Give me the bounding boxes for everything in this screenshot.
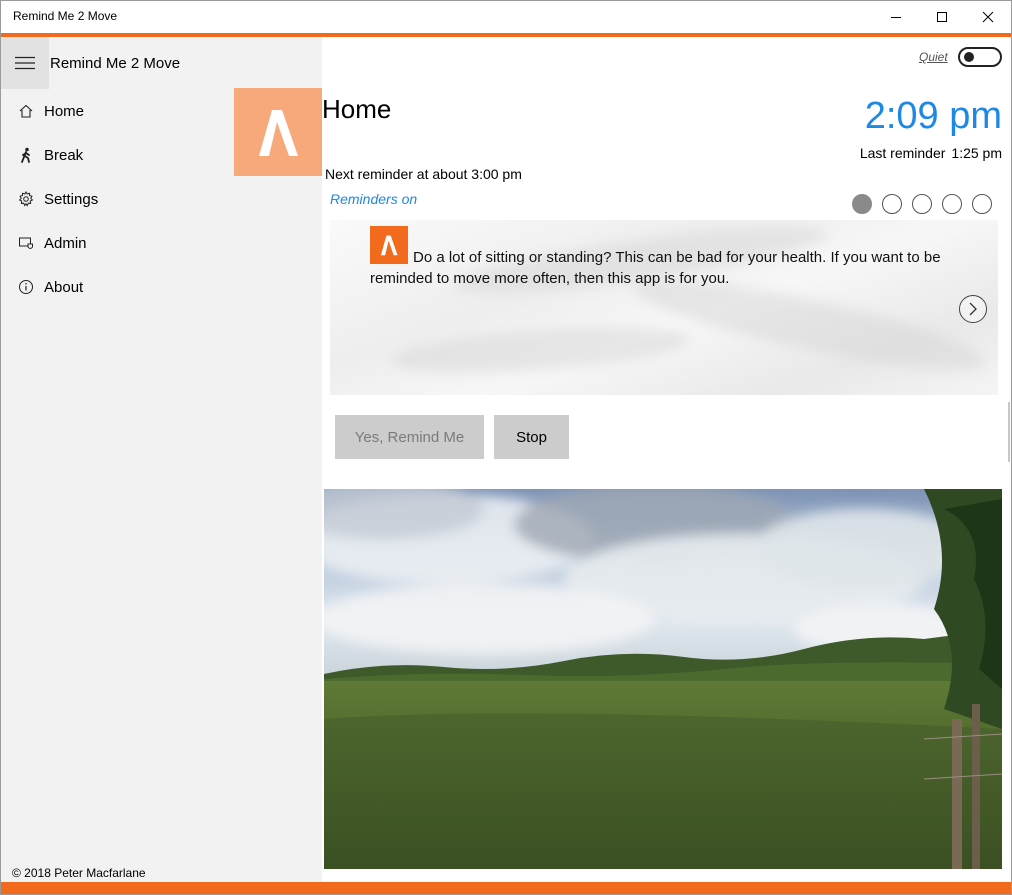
page-title: Home [322, 94, 392, 124]
carousel-dot[interactable] [882, 194, 902, 214]
card-texture [388, 319, 692, 381]
app-window: Remind Me 2 Move Remind Me 2 Move Home B… [0, 0, 1012, 895]
carousel-dot[interactable] [972, 194, 992, 214]
scrollbar-thumb[interactable] [1008, 402, 1010, 462]
sidebar: Remind Me 2 Move Home Break Settings Adm… [1, 37, 322, 882]
info-card: Do a lot of sitting or standing? This ca… [330, 220, 998, 395]
chevron-right-icon [969, 302, 977, 316]
quiet-toggle[interactable] [958, 47, 1002, 67]
nav-item-label: About [44, 278, 84, 296]
nav-item-settings[interactable]: Settings [1, 177, 234, 221]
maximize-button[interactable] [919, 1, 965, 33]
nav-item-about[interactable]: About [1, 265, 234, 309]
carousel-dot[interactable] [912, 194, 932, 214]
carousel-dot[interactable] [852, 194, 872, 214]
copyright: © 2018 Peter Macfarlane [12, 866, 146, 880]
last-reminder-label: Last reminder [859, 145, 946, 161]
title-bar: Remind Me 2 Move [1, 1, 1011, 33]
walking-person-icon [17, 146, 35, 164]
main-content: Quiet Home 2:09 pm Last reminder 1:25 pm … [322, 37, 1011, 882]
nav-item-break[interactable]: Break [1, 133, 234, 177]
carousel-dot[interactable] [942, 194, 962, 214]
close-button[interactable] [965, 1, 1011, 33]
maximize-icon [937, 12, 947, 22]
landscape-photo [324, 489, 1002, 869]
hamburger-icon [15, 56, 35, 70]
nav-item-label: Settings [44, 190, 99, 208]
hamburger-button[interactable] [1, 37, 49, 89]
nav-item-admin[interactable]: Admin [1, 221, 234, 265]
nav-item-home[interactable]: Home [1, 89, 234, 133]
reminders-status: Reminders on [330, 191, 418, 207]
carousel-indicators [852, 194, 1002, 214]
next-reminder: Next reminder at about 3:00 pm [325, 166, 522, 182]
nav-item-label: Break [44, 146, 84, 164]
stop-button[interactable]: Stop [494, 415, 569, 459]
toggle-knob [964, 52, 974, 62]
quiet-label[interactable]: Quiet [919, 50, 948, 64]
last-reminder-time: 1:25 pm [951, 145, 1002, 161]
app-logo [234, 88, 322, 176]
landscape-image [324, 489, 1002, 869]
minimize-button[interactable] [873, 1, 919, 33]
info-icon [17, 278, 35, 296]
current-time: 2:09 pm [864, 95, 1002, 137]
minimize-icon [891, 17, 901, 18]
app-name: Remind Me 2 Move [50, 55, 181, 72]
admin-icon [17, 234, 35, 252]
gear-icon [17, 190, 35, 208]
nav-list: Home Break Settings Admin About [1, 89, 234, 309]
window-title: Remind Me 2 Move [13, 9, 118, 23]
nav-item-label: Home [44, 102, 85, 120]
close-icon [982, 11, 994, 23]
yes-remind-me-button[interactable]: Yes, Remind Me [335, 415, 484, 459]
home-icon [17, 102, 35, 120]
accent-bar-bottom [1, 882, 1011, 894]
app-logo-icon [259, 110, 298, 156]
nav-item-label: Admin [44, 234, 87, 252]
carousel-next-button[interactable] [959, 295, 987, 323]
card-text: Do a lot of sitting or standing? This ca… [370, 249, 941, 287]
last-reminder: Last reminder 1:25 pm [860, 145, 1002, 161]
